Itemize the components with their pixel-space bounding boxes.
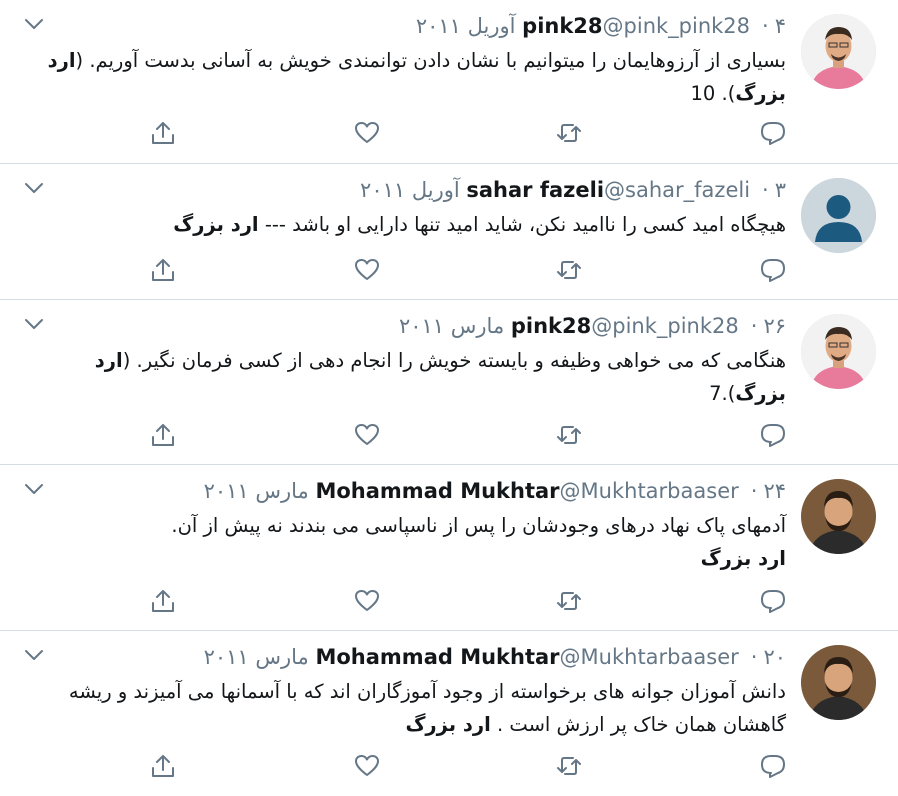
tweet-actions bbox=[0, 120, 898, 150]
share-icon[interactable] bbox=[150, 422, 176, 448]
tweet-text: هیچگاه امید کسی را ناامید نکن، شاید امید… bbox=[173, 213, 786, 236]
separator-dot: · bbox=[762, 14, 769, 38]
tweet-text: هنگامی که می خواهی وظیفه و بایسته خویش ر… bbox=[94, 349, 786, 405]
chevron-down-icon[interactable] bbox=[24, 647, 44, 661]
retweet-icon[interactable] bbox=[556, 120, 582, 146]
display-name[interactable]: sahar fazeli bbox=[466, 178, 604, 202]
separator-dot: · bbox=[762, 178, 769, 202]
display-name[interactable]: pink28 bbox=[511, 314, 591, 338]
share-icon[interactable] bbox=[150, 753, 176, 779]
avatar[interactable] bbox=[801, 14, 876, 89]
reply-icon[interactable] bbox=[760, 753, 786, 779]
avatar[interactable] bbox=[801, 479, 876, 554]
tweet-actions bbox=[0, 588, 898, 618]
display-name[interactable]: Mohammad Mukhtar bbox=[315, 479, 559, 503]
tweet-card[interactable]: Mohammad Mukhtar@Mukhtarbaaser ·۲۴ مارس ۲… bbox=[0, 465, 898, 631]
retweet-icon[interactable] bbox=[556, 588, 582, 614]
reply-icon[interactable] bbox=[760, 422, 786, 448]
tweet-text: دانش آموزان جوانه های برخواسته از وجود آ… bbox=[68, 680, 786, 736]
avatar[interactable] bbox=[801, 314, 876, 389]
chevron-down-icon[interactable] bbox=[24, 180, 44, 194]
user-handle[interactable]: @Mukhtarbaaser bbox=[560, 479, 739, 503]
tweet-header: Mohammad Mukhtar@Mukhtarbaaser ·۲۴ مارس ۲… bbox=[204, 477, 786, 505]
separator-dot: · bbox=[750, 479, 758, 503]
user-handle[interactable]: @sahar_fazeli bbox=[604, 178, 750, 202]
like-heart-icon[interactable] bbox=[354, 422, 380, 448]
share-icon[interactable] bbox=[150, 588, 176, 614]
hashtag-author: ارد بزرگ bbox=[173, 213, 259, 236]
tweet-header: pink28@pink_pink28·۴ آوریل ۲۰۱۱ bbox=[416, 12, 786, 40]
tweet-card[interactable]: Mohammad Mukhtar@Mukhtarbaaser ·۲۰ مارس ۲… bbox=[0, 631, 898, 796]
tweet-actions bbox=[0, 257, 898, 287]
reply-icon[interactable] bbox=[760, 257, 786, 283]
separator-dot: · bbox=[750, 314, 758, 338]
user-handle[interactable]: @Mukhtarbaaser bbox=[560, 645, 739, 669]
avatar[interactable] bbox=[801, 645, 876, 720]
tweet-header: sahar fazeli@sahar_fazeli ·۳ آوریل ۲۰۱۱ bbox=[360, 176, 786, 204]
hashtag-author: ارد بزرگ bbox=[700, 547, 786, 570]
display-name[interactable]: pink28 bbox=[522, 14, 602, 38]
tweet-text: بسیاری از آرزوهایمان را میتوانیم با نشان… bbox=[47, 49, 786, 105]
tweet-feed: pink28@pink_pink28·۴ آوریل ۲۰۱۱ بسیاری ا… bbox=[0, 0, 898, 796]
chevron-down-icon[interactable] bbox=[24, 16, 44, 30]
tweet-card[interactable]: sahar fazeli@sahar_fazeli ·۳ آوریل ۲۰۱۱ ه… bbox=[0, 164, 898, 300]
tweet-actions bbox=[0, 753, 898, 783]
user-handle[interactable]: @pink_pink28 bbox=[603, 14, 751, 38]
display-name[interactable]: Mohammad Mukhtar bbox=[315, 645, 559, 669]
like-heart-icon[interactable] bbox=[354, 588, 380, 614]
separator-dot: · bbox=[750, 645, 758, 669]
retweet-icon[interactable] bbox=[556, 422, 582, 448]
like-heart-icon[interactable] bbox=[354, 753, 380, 779]
chevron-down-icon[interactable] bbox=[24, 316, 44, 330]
tweet-header: Mohammad Mukhtar@Mukhtarbaaser ·۲۰ مارس ۲… bbox=[204, 643, 786, 671]
chevron-down-icon[interactable] bbox=[24, 481, 44, 495]
share-icon[interactable] bbox=[150, 257, 176, 283]
tweet-card[interactable]: pink28@pink_pink28·۴ آوریل ۲۰۱۱ بسیاری ا… bbox=[0, 0, 898, 164]
hashtag-author: ارد بزرگ bbox=[405, 713, 491, 736]
retweet-icon[interactable] bbox=[556, 257, 582, 283]
retweet-icon[interactable] bbox=[556, 753, 582, 779]
reply-icon[interactable] bbox=[760, 120, 786, 146]
tweet-actions bbox=[0, 422, 898, 452]
tweet-card[interactable]: pink28@pink_pink28·۲۶ مارس ۲۰۱۱ هنگامی ک… bbox=[0, 300, 898, 465]
tweet-header: pink28@pink_pink28·۲۶ مارس ۲۰۱۱ bbox=[399, 312, 786, 340]
like-heart-icon[interactable] bbox=[354, 257, 380, 283]
tweet-text: آدمهای پاک نهاد درهای وجودشان را پس از ن… bbox=[171, 514, 786, 570]
reply-icon[interactable] bbox=[760, 588, 786, 614]
user-handle[interactable]: @pink_pink28 bbox=[591, 314, 739, 338]
like-heart-icon[interactable] bbox=[354, 120, 380, 146]
avatar[interactable] bbox=[801, 178, 876, 253]
share-icon[interactable] bbox=[150, 120, 176, 146]
